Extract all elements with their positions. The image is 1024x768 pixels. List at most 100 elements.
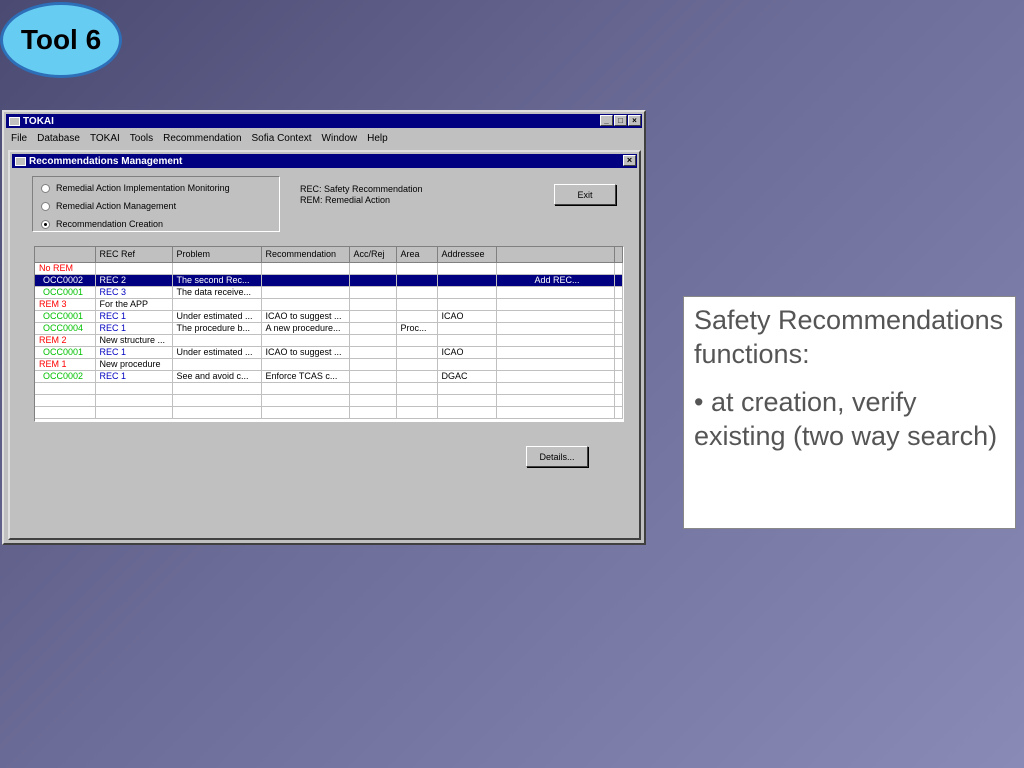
table-cell: REC 1 — [95, 310, 173, 323]
menu-tokai[interactable]: TOKAI — [85, 133, 125, 144]
menu-sofia-context[interactable]: Sofia Context — [247, 133, 317, 144]
table-row[interactable] — [35, 394, 623, 407]
menu-help[interactable]: Help — [362, 133, 393, 144]
table-cell — [496, 394, 615, 407]
table-row[interactable]: OCC0001 REC 1 Under estimated ... ICAO to s… — [35, 310, 623, 323]
table-cell — [396, 346, 438, 359]
radio-label: Recommendation Creation — [56, 219, 164, 229]
radio-implementation-monitoring[interactable]: Remedial Action Implementation Monitorin… — [41, 183, 230, 193]
table-row[interactable]: No REM — [35, 262, 623, 275]
table-row[interactable] — [35, 382, 623, 395]
table-cell: The second Rec... — [172, 274, 262, 287]
table-cell — [261, 358, 350, 371]
recommendations-grid: REC Ref Problem Recommendation Acc/Rej A… — [34, 246, 624, 422]
table-cell — [172, 406, 262, 419]
table-cell — [396, 274, 438, 287]
close-button[interactable]: × — [628, 115, 641, 126]
table-cell — [95, 394, 173, 407]
table-cell: ICAO — [437, 346, 497, 359]
table-cell — [614, 370, 623, 383]
column-header-area[interactable]: Area — [396, 247, 438, 263]
table-cell: REC 1 — [95, 322, 173, 335]
callout-bullet: • at creation, verify existing (two way … — [694, 387, 998, 451]
menu-database[interactable]: Database — [32, 133, 85, 144]
table-cell — [349, 322, 397, 335]
table-cell: Enforce TCAS c... — [261, 370, 350, 383]
table-row[interactable]: OCC0001 REC 1 Under estimated ... ICAO to s… — [35, 346, 623, 359]
add-rec-button[interactable]: Add REC... — [495, 273, 615, 287]
table-row[interactable]: REM 1 New procedure — [35, 358, 623, 371]
callout-box: Safety Recommendations functions: • at c… — [683, 296, 1016, 529]
table-cell: For the APP — [95, 298, 173, 311]
table-row[interactable]: OCC0002 REC 2 The second Rec... Add REC... — [35, 273, 623, 287]
table-cell — [396, 394, 438, 407]
radio-dot-selected — [41, 219, 50, 229]
table-cell: REC 2 — [95, 274, 173, 287]
table-row[interactable]: REM 3 For the APP — [35, 298, 623, 311]
table-cell — [614, 298, 623, 311]
maximize-button[interactable]: □ — [614, 115, 627, 126]
legend-rec: REC: Safety Recommendation — [300, 184, 423, 194]
table-row[interactable]: OCC0001 REC 3 The data receive... — [35, 286, 623, 299]
app-title: TOKAI — [23, 115, 54, 127]
table-cell: ICAO to suggest ... — [261, 310, 350, 323]
table-cell — [614, 382, 623, 395]
exit-button[interactable]: Exit — [554, 184, 616, 205]
table-cell — [496, 382, 615, 395]
radio-dot — [41, 183, 50, 193]
radio-label: Remedial Action Implementation Monitorin… — [56, 183, 230, 193]
minimize-button[interactable]: _ — [600, 115, 613, 126]
table-cell — [261, 262, 350, 275]
column-header-problem[interactable]: Problem — [172, 247, 262, 263]
table-cell: REC 1 — [95, 346, 173, 359]
table-cell — [349, 298, 397, 311]
table-cell — [437, 274, 497, 287]
table-cell — [437, 298, 497, 311]
child-title: Recommendations Management — [29, 155, 183, 167]
table-cell — [172, 358, 262, 371]
radio-remedial-action-management[interactable]: Remedial Action Management — [41, 201, 176, 211]
table-cell — [437, 394, 497, 407]
table-cell: The data receive... — [172, 286, 262, 299]
table-row[interactable]: OCC0004 REC 1 The procedure b... A new proc… — [35, 322, 623, 335]
menu-tools[interactable]: Tools — [125, 133, 158, 144]
table-cell — [614, 394, 623, 407]
table-cell — [95, 406, 173, 419]
table-row[interactable]: REM 2 New structure ... — [35, 334, 623, 347]
table-cell — [496, 406, 615, 419]
table-cell — [349, 406, 397, 419]
legend-rem: REM: Remedial Action — [300, 195, 391, 205]
table-cell: No REM — [35, 262, 96, 275]
table-cell: Proc... — [396, 322, 438, 335]
table-row[interactable]: OCC0002 REC 1 See and avoid c... Enforce TC… — [35, 370, 623, 383]
app-titlebar: TOKAI _ □ × — [6, 114, 642, 128]
radio-recommendation-creation[interactable]: Recommendation Creation — [41, 219, 163, 229]
child-titlebar: Recommendations Management — [12, 154, 637, 168]
table-cell: DGAC — [437, 370, 497, 383]
column-header[interactable] — [35, 247, 96, 263]
table-cell: OCC0001 — [35, 346, 96, 359]
table-cell: REC 1 — [95, 370, 173, 383]
menu-recommendation[interactable]: Recommendation — [158, 133, 246, 144]
menu-window[interactable]: Window — [317, 133, 363, 144]
child-close-button[interactable]: × — [623, 155, 636, 166]
table-row[interactable] — [35, 406, 623, 419]
table-cell — [349, 262, 397, 275]
column-header-recommendation[interactable]: Recommendation — [261, 247, 350, 263]
table-cell — [172, 298, 262, 311]
table-cell — [349, 346, 397, 359]
table-cell — [496, 286, 615, 299]
radio-dot — [41, 201, 50, 211]
recommendations-management-window: Recommendations Management × Remedial Ac… — [8, 150, 641, 540]
column-header-addressee[interactable]: Addressee — [437, 247, 497, 263]
table-cell: New procedure — [95, 358, 173, 371]
table-cell: OCC0004 — [35, 322, 96, 335]
menu-file[interactable]: File — [6, 133, 32, 144]
table-cell — [614, 322, 623, 335]
table-cell — [396, 370, 438, 383]
column-header-acc-rej[interactable]: Acc/Rej — [349, 247, 397, 263]
column-header-rec-ref[interactable]: REC Ref — [95, 247, 173, 263]
details-button[interactable]: Details... — [526, 446, 588, 467]
table-cell: A new procedure... — [261, 322, 350, 335]
table-cell — [496, 346, 615, 359]
